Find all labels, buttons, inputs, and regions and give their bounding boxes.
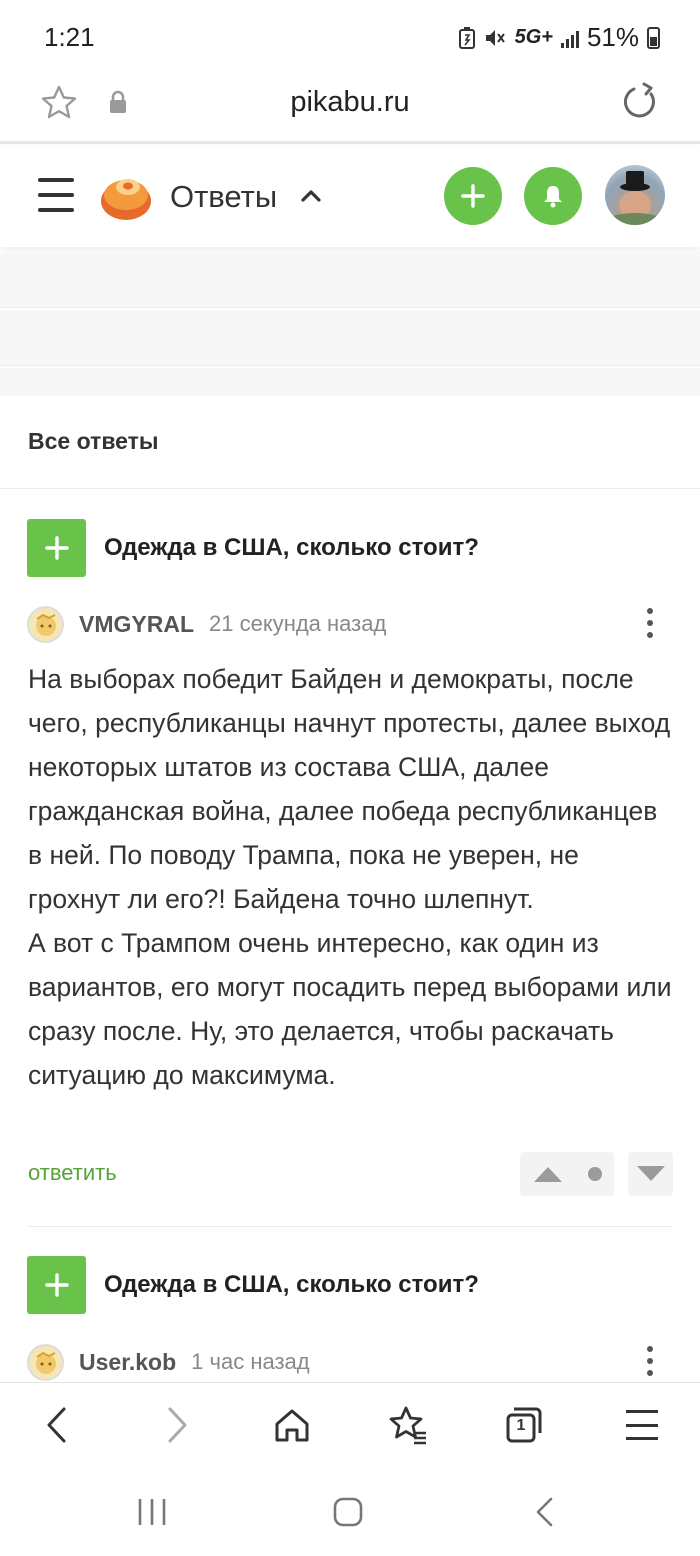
- user-avatar[interactable]: [605, 165, 665, 225]
- network-type: 5G+: [514, 26, 553, 48]
- default-avatar-icon: [35, 613, 56, 636]
- comment-author[interactable]: User.kob: [79, 1349, 176, 1376]
- commenter-avatar[interactable]: [27, 1343, 64, 1381]
- comment-time[interactable]: 21 секунда назад: [209, 611, 386, 637]
- comment-body: На выборах победит Байден и демократы, п…: [28, 657, 678, 1097]
- tab-count: 1: [516, 1417, 526, 1434]
- upvote-icon[interactable]: [532, 1165, 564, 1183]
- pikabu-logo[interactable]: [98, 169, 154, 221]
- system-navigation-bar: [0, 1468, 700, 1556]
- comment-author[interactable]: VMGYRAL: [79, 611, 194, 638]
- comment-time[interactable]: 1 час назад: [191, 1349, 309, 1375]
- commenter-avatar[interactable]: [27, 605, 64, 643]
- forward-icon[interactable]: [156, 1405, 196, 1445]
- expand-story-button[interactable]: [27, 519, 86, 577]
- notifications-button[interactable]: [524, 167, 582, 225]
- browser-url-bar: pikabu.ru: [0, 76, 700, 144]
- placeholder-row: [0, 368, 700, 396]
- signal-icon: [560, 28, 579, 48]
- story-title[interactable]: Одежда в США, сколько стоит?: [104, 1271, 479, 1299]
- comment-paragraph: На выборах победит Байден и демократы, п…: [28, 664, 671, 914]
- more-options-icon[interactable]: [647, 608, 655, 638]
- mute-icon: [485, 29, 505, 46]
- battery-percent: 51%: [586, 22, 639, 52]
- comment-paragraph: А вот с Трампом очень интересно, как оди…: [28, 928, 672, 1090]
- story-link-row[interactable]: Одежда в США, сколько стоит?: [27, 1256, 479, 1314]
- status-indicators: 5G+ 51%: [458, 22, 660, 53]
- rating-dot-icon: [587, 1167, 602, 1181]
- bookmarks-icon[interactable]: [388, 1405, 428, 1445]
- status-time: 1:21: [44, 22, 95, 52]
- story-title[interactable]: Одежда в США, сколько стоит?: [104, 534, 479, 562]
- more-options-icon[interactable]: [647, 1346, 655, 1376]
- home-icon[interactable]: [272, 1405, 312, 1445]
- comment-meta: VMGYRAL 21 секунда назад: [27, 604, 673, 644]
- plus-icon: [461, 184, 485, 208]
- menu-icon[interactable]: [38, 178, 74, 212]
- add-post-button[interactable]: [444, 167, 502, 225]
- reply-button[interactable]: ответить: [28, 1160, 117, 1186]
- reload-icon[interactable]: [620, 82, 660, 122]
- browser-toolbar: 1: [0, 1382, 700, 1468]
- chevron-up-icon[interactable]: [300, 187, 322, 203]
- placeholder-row: [0, 310, 700, 366]
- battery-saver-icon: [458, 26, 475, 49]
- url-text[interactable]: pikabu.ru: [0, 86, 700, 119]
- battery-icon: [647, 26, 660, 49]
- vote-controls: [520, 1152, 614, 1196]
- downvote-button[interactable]: [628, 1152, 673, 1196]
- bell-icon: [544, 186, 562, 208]
- comment-meta: User.kob 1 час назад: [27, 1342, 673, 1382]
- placeholder-row: [0, 252, 700, 308]
- status-bar: 1:21 5G+ 51%: [0, 0, 700, 76]
- site-header: Ответы: [0, 147, 700, 247]
- avatar-image: [607, 171, 663, 225]
- tabs-button[interactable]: 1: [504, 1405, 544, 1445]
- downvote-icon: [636, 1166, 665, 1181]
- plus-icon: [44, 536, 69, 560]
- default-avatar-icon: [35, 1351, 56, 1374]
- expand-story-button[interactable]: [27, 1256, 86, 1314]
- menu-icon[interactable]: [626, 1410, 658, 1440]
- divider: [0, 488, 700, 489]
- divider: [27, 1226, 673, 1227]
- home-nav-icon[interactable]: [332, 1496, 364, 1528]
- feed-heading: Все ответы: [28, 428, 159, 454]
- recent-apps-icon[interactable]: [136, 1496, 168, 1528]
- back-nav-icon[interactable]: [530, 1496, 562, 1528]
- back-icon[interactable]: [38, 1405, 78, 1445]
- plus-icon: [44, 1273, 69, 1297]
- section-title[interactable]: Ответы: [170, 179, 277, 215]
- story-link-row[interactable]: Одежда в США, сколько стоит?: [27, 519, 479, 577]
